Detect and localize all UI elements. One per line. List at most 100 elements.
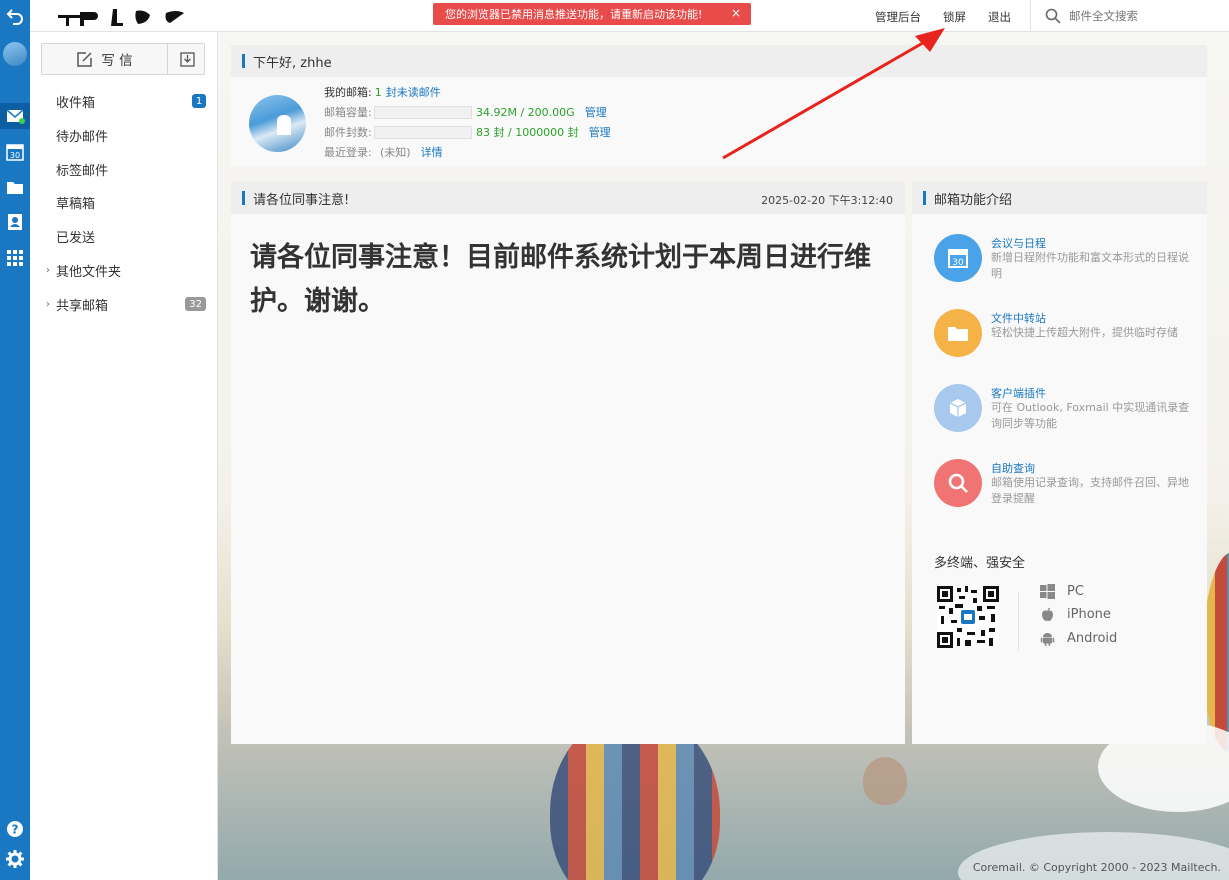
capacity-row: 邮箱容量: 34.92M / 200.00G 管理 — [324, 104, 607, 120]
back-icon[interactable] — [3, 4, 27, 28]
help-icon[interactable]: ? — [3, 817, 27, 841]
folder-label: 草稿箱 — [56, 196, 96, 212]
feature-title: 会议与日程 — [991, 237, 1046, 250]
multi-terminal-title: 多终端、强安全 — [934, 556, 1026, 571]
capacity-manage-link[interactable]: 管理 — [585, 104, 607, 120]
calendar-icon: 30 — [934, 234, 982, 282]
contacts-icon[interactable] — [3, 210, 27, 234]
shared-count-badge: 32 — [185, 297, 206, 311]
mail-count-label: 邮件封数: — [324, 126, 372, 139]
folder-label: 标签邮件 — [56, 163, 109, 179]
mail-count-value: 83 封 / 1000000 封 — [476, 126, 579, 139]
login-detail-link[interactable]: 详情 — [421, 144, 443, 160]
logo — [58, 9, 184, 26]
copyright-text: Coremail. © Copyright 2000 - 2023 Mailte… — [972, 861, 1221, 874]
compose-group: 写 信 — [41, 43, 205, 75]
features-title: 邮箱功能介绍 — [912, 182, 1207, 214]
unread-badge: 1 — [192, 94, 206, 108]
sidebar-item-inbox[interactable]: 收件箱 1 — [30, 86, 218, 116]
feature-desc: 轻松快捷上传超大附件，提供临时存储 — [991, 326, 1178, 339]
folder-sidebar: 写 信 收件箱 1 待办邮件 标签邮件 草稿箱 已发送 › 其他文件夹 › 共享… — [30, 32, 218, 880]
compose-button[interactable]: 写 信 — [42, 44, 168, 74]
admin-console-link[interactable]: 管理后台 — [875, 9, 921, 25]
sidebar-item-tagged[interactable]: 标签邮件 — [30, 154, 218, 184]
feature-desc: 新增日程附件功能和富文本形式的日程说明 — [991, 251, 1189, 280]
windows-icon — [1040, 584, 1055, 599]
push-disabled-alert: 您的浏览器已禁用消息推送功能，请重新启动该功能! × — [433, 3, 751, 25]
feature-title: 客户端插件 — [991, 387, 1046, 400]
android-icon — [1040, 633, 1055, 646]
sidebar-item-sent[interactable]: 已发送 — [30, 221, 218, 251]
compose-edit-icon — [77, 51, 93, 67]
top-bar: 您的浏览器已禁用消息推送功能，请重新启动该功能! × 管理后台 锁屏 退出 — [30, 0, 1229, 32]
sidebar-item-drafts[interactable]: 草稿箱 — [30, 187, 218, 217]
cube-icon — [934, 384, 982, 432]
mail-count-bar — [374, 125, 472, 139]
sidebar-item-other-folders[interactable]: › 其他文件夹 — [30, 255, 218, 285]
download-qr-code — [937, 586, 999, 648]
sidebar-item-shared-mailbox[interactable]: › 共享邮箱 32 — [30, 289, 218, 319]
svg-text:30: 30 — [952, 258, 964, 268]
expand-arrow-icon[interactable]: › — [46, 299, 50, 310]
mail-icon[interactable] — [0, 103, 30, 129]
apple-icon — [1042, 607, 1053, 621]
platform-label: PC — [1067, 584, 1084, 599]
receive-download-icon — [179, 51, 195, 67]
user-avatar[interactable] — [249, 95, 306, 152]
folder-icon — [934, 309, 982, 357]
capacity-value: 34.92M / 200.00G — [476, 105, 575, 119]
alert-text: 您的浏览器已禁用消息推送功能，请重新启动该功能! — [445, 8, 703, 21]
feature-title: 文件中转站 — [991, 312, 1046, 325]
avatar-icon[interactable] — [3, 42, 27, 66]
capacity-bar — [374, 105, 472, 119]
mail-count-row: 邮件封数: 83 封 / 1000000 封 管理 — [324, 124, 611, 140]
notice-body: 请各位同事注意！目前邮件系统计划于本周日进行维护。谢谢。 — [250, 242, 871, 317]
greeting-title: 下午好, zhhe — [231, 45, 1207, 77]
mail-count-manage-link[interactable]: 管理 — [589, 124, 611, 140]
folder-label: 收件箱 — [56, 95, 96, 111]
compose-label: 写 信 — [101, 53, 133, 69]
platform-label: iPhone — [1067, 607, 1111, 622]
svg-text:?: ? — [12, 823, 19, 837]
sidebar-item-todo[interactable]: 待办邮件 — [30, 120, 218, 150]
platform-pc[interactable]: PC — [1040, 584, 1084, 599]
folder-label: 已发送 — [56, 230, 96, 246]
settings-gear-icon[interactable] — [3, 847, 27, 871]
feature-desc: 邮箱使用记录查询，支持邮件召回、异地登录提醒 — [991, 476, 1189, 505]
apps-grid-icon[interactable] — [3, 246, 27, 270]
folder-label: 其他文件夹 — [56, 264, 122, 280]
folder-label: 共享邮箱 — [56, 298, 109, 314]
feature-desc: 可在 Outlook, Foxmail 中实现通讯录查询同步等功能 — [991, 401, 1190, 430]
unread-count: 1 — [374, 85, 382, 99]
greeting-card: 下午好, zhhe 我的邮箱: 1 封未读邮件 邮箱容量: 34.92M / 2… — [231, 45, 1207, 166]
mailbox-summary: 我的邮箱: 1 封未读邮件 — [324, 84, 441, 100]
notice-card: 请各位同事注意! 2025-02-20 下午3:12:40 请各位同事注意！目前… — [231, 182, 905, 744]
platform-android[interactable]: Android — [1040, 631, 1117, 646]
platform-iphone[interactable]: iPhone — [1040, 607, 1111, 622]
background-balloon — [863, 757, 907, 805]
app-rail: 30 ? — [0, 0, 30, 880]
feature-title: 自助查询 — [991, 462, 1035, 475]
logout-link[interactable]: 退出 — [988, 9, 1011, 25]
unread-mail-link[interactable]: 封未读邮件 — [386, 84, 441, 100]
folder-icon[interactable] — [3, 175, 27, 199]
expand-arrow-icon[interactable]: › — [46, 265, 50, 276]
main-content: 下午好, zhhe 我的邮箱: 1 封未读邮件 邮箱容量: 34.92M / 2… — [218, 32, 1229, 880]
platform-label: Android — [1067, 631, 1118, 646]
alert-close-icon[interactable]: × — [731, 6, 741, 20]
calendar-icon[interactable]: 30 — [3, 140, 27, 164]
divider — [1018, 592, 1019, 650]
search-box — [1030, 0, 1229, 32]
lock-screen-link[interactable]: 锁屏 — [943, 9, 966, 25]
notice-date: 2025-02-20 下午3:12:40 — [761, 194, 893, 207]
svg-text:30: 30 — [10, 151, 20, 160]
last-login-row: 最近登录: (未知) 详情 — [324, 144, 443, 160]
mailbox-label: 我的邮箱: — [324, 86, 372, 99]
receive-mail-button[interactable] — [169, 44, 205, 74]
search-input[interactable] — [1069, 7, 1219, 25]
search-icon — [934, 459, 982, 507]
last-login-label: 最近登录: — [324, 146, 372, 159]
capacity-label: 邮箱容量: — [324, 106, 372, 119]
features-card: 邮箱功能介绍 30 会议与日程 新增日程附件功能和富文本形式的日程说明 文件中转… — [912, 182, 1207, 744]
search-icon[interactable] — [1045, 8, 1061, 24]
